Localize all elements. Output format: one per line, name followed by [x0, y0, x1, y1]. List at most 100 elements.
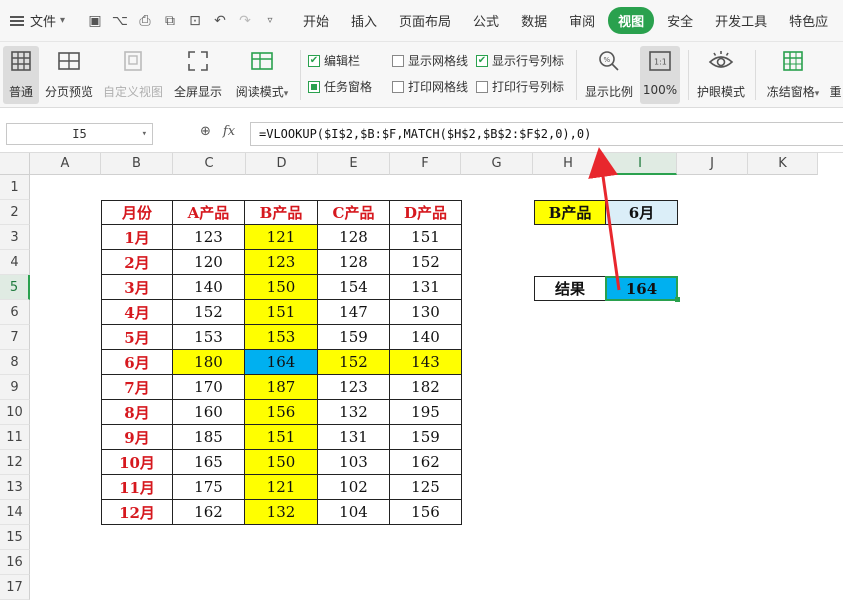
value-cell[interactable]: 182: [390, 375, 462, 400]
value-cell[interactable]: 151: [245, 300, 318, 325]
value-cell[interactable]: 131: [390, 275, 462, 300]
column-header-a[interactable]: A: [30, 153, 101, 175]
value-cell[interactable]: 147: [318, 300, 390, 325]
value-cell[interactable]: 175: [173, 475, 245, 500]
column-header-k[interactable]: K: [748, 153, 818, 175]
value-cell[interactable]: 103: [318, 450, 390, 475]
show-headers-checkbox[interactable]: ✔ 显示行号列标: [476, 52, 564, 69]
month-cell[interactable]: 5月: [101, 325, 173, 350]
month-cell[interactable]: 8月: [101, 400, 173, 425]
row-header-1[interactable]: 1: [0, 175, 30, 200]
print-headers-checkbox[interactable]: 打印行号列标: [476, 78, 564, 95]
column-header-f[interactable]: F: [390, 153, 461, 175]
value-cell[interactable]: 152: [390, 250, 462, 275]
tab-security[interactable]: 安全: [656, 11, 704, 30]
tab-review[interactable]: 审阅: [558, 11, 606, 30]
tab-data[interactable]: 数据: [510, 11, 558, 30]
month-cell[interactable]: 3月: [101, 275, 173, 300]
value-cell[interactable]: 195: [390, 400, 462, 425]
customize-icon[interactable]: ▿: [261, 15, 279, 26]
lookup-month-cell[interactable]: 6月: [605, 200, 678, 225]
value-cell[interactable]: 170: [173, 375, 245, 400]
row-header-17[interactable]: 17: [0, 575, 30, 600]
freeze-panes-button[interactable]: 冻结窗格▾: [762, 46, 824, 104]
month-cell[interactable]: 9月: [101, 425, 173, 450]
row-header-7[interactable]: 7: [0, 325, 30, 350]
row-header-5[interactable]: 5: [0, 275, 30, 300]
value-cell[interactable]: 164: [245, 350, 318, 375]
zoom-formula-icon[interactable]: ⊕: [200, 124, 211, 139]
value-cell[interactable]: 151: [245, 425, 318, 450]
print-icon[interactable]: ⎙: [136, 13, 154, 29]
file-menu[interactable]: 文件 ▾: [0, 11, 80, 30]
value-cell[interactable]: 159: [318, 325, 390, 350]
month-cell[interactable]: 12月: [101, 500, 173, 525]
column-header-d[interactable]: D: [246, 153, 318, 175]
task-pane-checkbox[interactable]: 任务窗格: [308, 78, 372, 95]
tab-features[interactable]: 特色应: [778, 11, 839, 30]
result-value-cell[interactable]: 164: [605, 276, 678, 301]
value-cell[interactable]: 128: [318, 250, 390, 275]
row-header-9[interactable]: 9: [0, 375, 30, 400]
tab-formulas[interactable]: 公式: [462, 11, 510, 30]
value-cell[interactable]: 102: [318, 475, 390, 500]
save-icon[interactable]: ▣: [86, 13, 104, 29]
lookup-product-cell[interactable]: B产品: [534, 200, 606, 225]
value-cell[interactable]: 154: [318, 275, 390, 300]
month-cell[interactable]: 2月: [101, 250, 173, 275]
value-cell[interactable]: 123: [173, 225, 245, 250]
table-header-cell[interactable]: B产品: [245, 200, 318, 225]
redo-icon[interactable]: ↷: [236, 13, 254, 29]
value-cell[interactable]: 152: [318, 350, 390, 375]
value-cell[interactable]: 151: [390, 225, 462, 250]
value-cell[interactable]: 156: [390, 500, 462, 525]
print-gridlines-checkbox[interactable]: 打印网格线: [392, 78, 468, 95]
fullscreen-button[interactable]: 全屏显示: [172, 46, 224, 104]
value-cell[interactable]: 153: [173, 325, 245, 350]
column-header-g[interactable]: G: [461, 153, 533, 175]
row-header-16[interactable]: 16: [0, 550, 30, 575]
normal-view-button[interactable]: 普通: [3, 46, 39, 104]
month-cell[interactable]: 1月: [101, 225, 173, 250]
value-cell[interactable]: 132: [245, 500, 318, 525]
value-cell[interactable]: 121: [245, 225, 318, 250]
value-cell[interactable]: 143: [390, 350, 462, 375]
month-cell[interactable]: 10月: [101, 450, 173, 475]
row-header-2[interactable]: 2: [0, 200, 30, 225]
eye-protection-button[interactable]: 护眼模式: [694, 46, 748, 104]
value-cell[interactable]: 123: [318, 375, 390, 400]
column-header-e[interactable]: E: [318, 153, 390, 175]
export-icon[interactable]: ⧉: [161, 13, 179, 29]
row-header-4[interactable]: 4: [0, 250, 30, 275]
row-header-11[interactable]: 11: [0, 425, 30, 450]
print-preview-icon[interactable]: ⊡: [186, 13, 204, 29]
select-all-corner[interactable]: [0, 153, 30, 175]
row-header-3[interactable]: 3: [0, 225, 30, 250]
value-cell[interactable]: 160: [173, 400, 245, 425]
row-header-12[interactable]: 12: [0, 450, 30, 475]
reading-mode-button[interactable]: 阅读模式▾: [231, 46, 293, 104]
table-header-cell[interactable]: 月份: [101, 200, 173, 225]
value-cell[interactable]: 150: [245, 450, 318, 475]
fill-handle[interactable]: [675, 297, 680, 302]
undo-icon[interactable]: ↶: [211, 13, 229, 29]
value-cell[interactable]: 131: [318, 425, 390, 450]
value-cell[interactable]: 125: [390, 475, 462, 500]
format-painter-icon[interactable]: ⌥: [111, 13, 129, 29]
rearrange-button[interactable]: 重: [828, 46, 843, 104]
value-cell[interactable]: 165: [173, 450, 245, 475]
row-header-8[interactable]: 8: [0, 350, 30, 375]
month-cell[interactable]: 11月: [101, 475, 173, 500]
show-gridlines-checkbox[interactable]: 显示网格线: [392, 52, 468, 69]
value-cell[interactable]: 185: [173, 425, 245, 450]
value-cell[interactable]: 187: [245, 375, 318, 400]
month-cell[interactable]: 4月: [101, 300, 173, 325]
chevron-down-icon[interactable]: ▾: [142, 129, 147, 139]
row-header-15[interactable]: 15: [0, 525, 30, 550]
value-cell[interactable]: 153: [245, 325, 318, 350]
result-label-cell[interactable]: 结果: [534, 276, 606, 301]
row-header-13[interactable]: 13: [0, 475, 30, 500]
value-cell[interactable]: 120: [173, 250, 245, 275]
zoom-button[interactable]: % 显示比例: [583, 46, 635, 104]
row-header-6[interactable]: 6: [0, 300, 30, 325]
